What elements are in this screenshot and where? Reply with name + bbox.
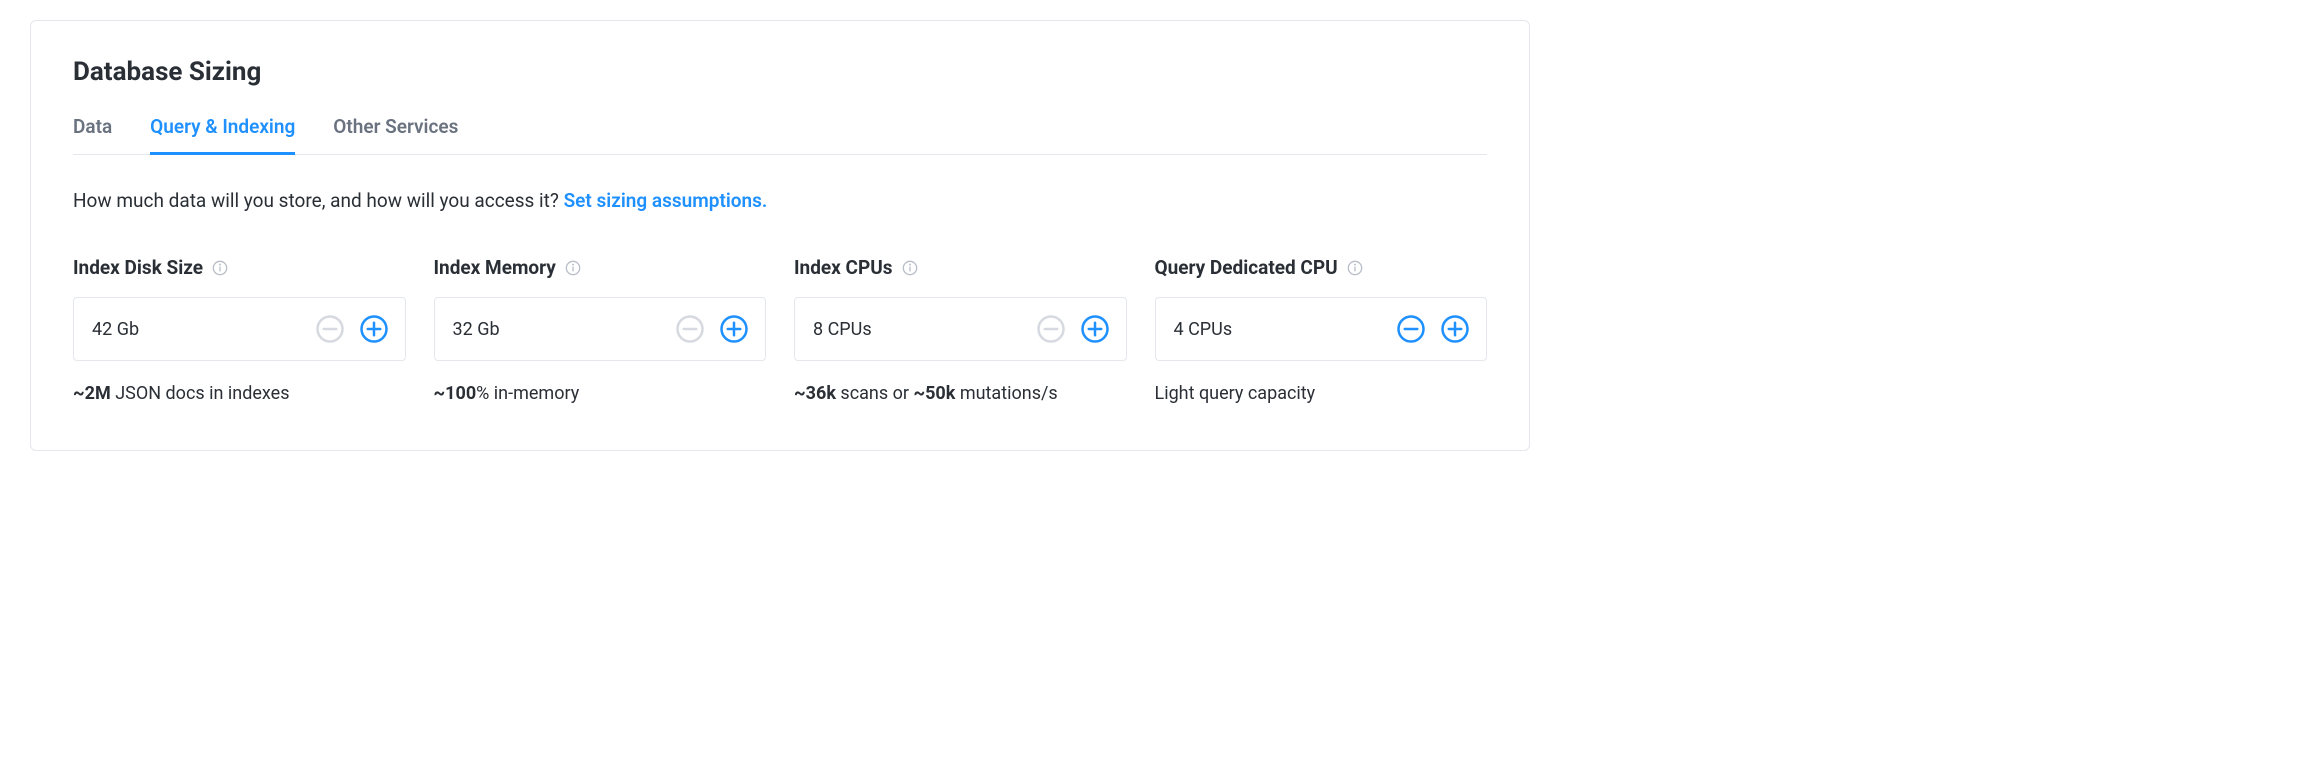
info-icon[interactable] — [564, 259, 582, 277]
metric-label: Index CPUs — [794, 256, 893, 279]
metric-label-row: Index Memory — [434, 256, 767, 279]
info-icon[interactable] — [1346, 259, 1364, 277]
minus-icon[interactable] — [1394, 312, 1428, 346]
index-disk-size-stepper: 42 Gb — [73, 297, 406, 361]
stepper-value: 4 CPUs — [1174, 319, 1385, 340]
metric-index-memory: Index Memory 32 Gb ~100% in-memory — [434, 256, 767, 404]
minus-icon — [313, 312, 347, 346]
database-sizing-card: Database Sizing Data Query & Indexing Othe… — [30, 20, 1530, 451]
metric-label: Query Dedicated CPU — [1155, 256, 1338, 279]
note-part: mutations/s — [955, 383, 1057, 404]
note-part: ~2M — [73, 383, 111, 404]
note-part: ~36k — [794, 383, 836, 404]
metric-label-row: Index Disk Size — [73, 256, 406, 279]
index-memory-stepper: 32 Gb — [434, 297, 767, 361]
tabs: Data Query & Indexing Other Services — [73, 109, 1487, 155]
metric-label: Index Disk Size — [73, 256, 203, 279]
card-title: Database Sizing — [73, 57, 1487, 87]
metric-label-row: Query Dedicated CPU — [1155, 256, 1488, 279]
stepper-value: 42 Gb — [92, 319, 303, 340]
prompt-row: How much data will you store, and how wi… — [73, 189, 1487, 212]
metric-note: ~100% in-memory — [434, 383, 767, 404]
metric-label: Index Memory — [434, 256, 556, 279]
note-part: JSON docs in indexes — [111, 383, 290, 404]
metric-note: Light query capacity — [1155, 383, 1488, 404]
metric-index-cpus: Index CPUs 8 CPUs ~36k scans or ~50k mutat… — [794, 256, 1127, 404]
query-dedicated-cpu-stepper: 4 CPUs — [1155, 297, 1488, 361]
metrics-row: Index Disk Size 42 Gb ~2M JSON docs in ind… — [73, 256, 1487, 404]
plus-icon[interactable] — [1438, 312, 1472, 346]
info-icon[interactable] — [901, 259, 919, 277]
minus-icon — [673, 312, 707, 346]
plus-icon[interactable] — [357, 312, 391, 346]
note-part: Light query capacity — [1155, 383, 1316, 404]
metric-index-disk-size: Index Disk Size 42 Gb ~2M JSON docs in ind… — [73, 256, 406, 404]
tab-query-indexing[interactable]: Query & Indexing — [150, 109, 295, 155]
index-cpus-stepper: 8 CPUs — [794, 297, 1127, 361]
note-part: scans or — [836, 383, 914, 404]
minus-icon — [1034, 312, 1068, 346]
metric-note: ~2M JSON docs in indexes — [73, 383, 406, 404]
set-sizing-assumptions-link[interactable]: Set sizing assumptions. — [564, 189, 768, 212]
stepper-value: 8 CPUs — [813, 319, 1024, 340]
plus-icon[interactable] — [1078, 312, 1112, 346]
prompt-text: How much data will you store, and how wi… — [73, 189, 564, 212]
note-part: % in-memory — [476, 383, 579, 404]
note-part: ~100 — [434, 383, 477, 404]
tab-data[interactable]: Data — [73, 109, 112, 155]
tab-other-services[interactable]: Other Services — [333, 109, 458, 155]
plus-icon[interactable] — [717, 312, 751, 346]
metric-query-dedicated-cpu: Query Dedicated CPU 4 CPUs Light query cap… — [1155, 256, 1488, 404]
note-part: ~50k — [913, 383, 955, 404]
metric-note: ~36k scans or ~50k mutations/s — [794, 383, 1127, 404]
metric-label-row: Index CPUs — [794, 256, 1127, 279]
stepper-value: 32 Gb — [453, 319, 664, 340]
info-icon[interactable] — [211, 259, 229, 277]
